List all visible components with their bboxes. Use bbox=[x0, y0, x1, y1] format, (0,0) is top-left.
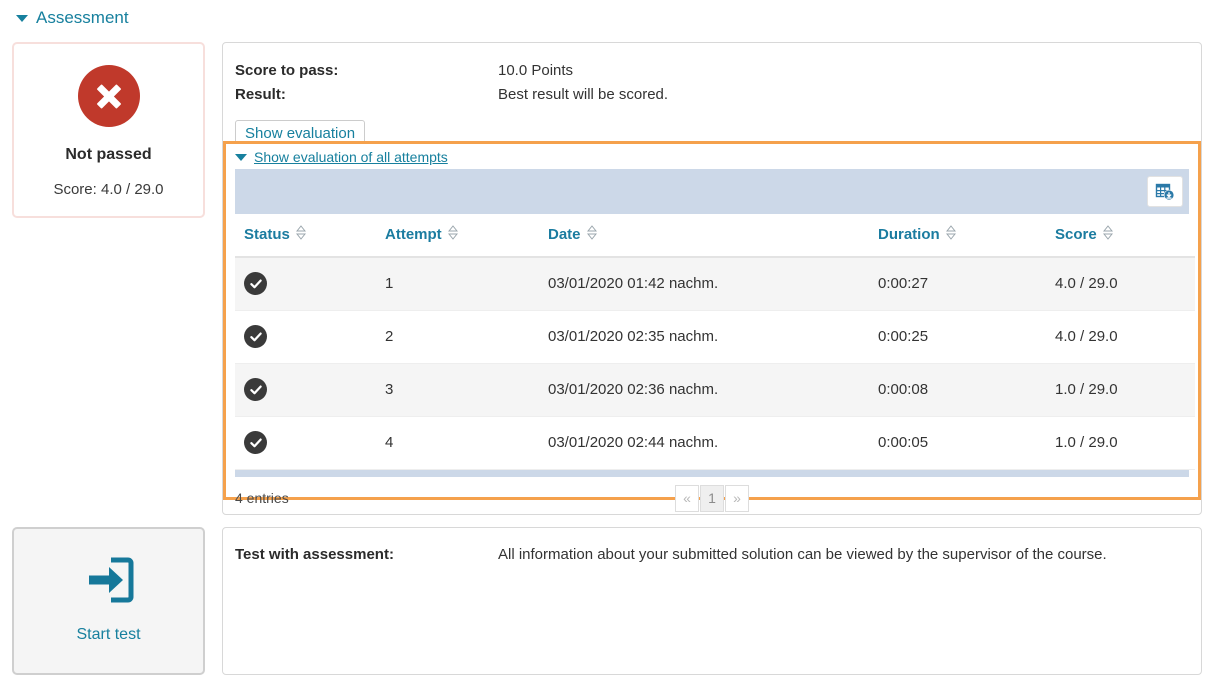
row-score: 1.0 / 29.0 bbox=[1055, 364, 1195, 417]
sort-updown-icon[interactable] bbox=[587, 225, 597, 244]
pagination-prev-button[interactable]: « bbox=[675, 485, 699, 512]
row-duration: 0:00:27 bbox=[878, 257, 1055, 311]
column-header-score[interactable]: Score bbox=[1055, 214, 1195, 257]
row-attempt: 2 bbox=[385, 311, 548, 364]
table-row[interactable]: 4 03/01/2020 02:44 nachm. 0:00:05 1.0 / … bbox=[235, 417, 1195, 470]
info-row: Score to pass: 10.0 Points bbox=[235, 59, 1201, 83]
row-status bbox=[235, 311, 385, 364]
check-circle-icon bbox=[244, 325, 267, 348]
show-all-attempts-link[interactable]: Show evaluation of all attempts bbox=[254, 149, 448, 165]
info-row: Result: Best result will be scored. bbox=[235, 83, 1201, 107]
row-duration: 0:00:25 bbox=[878, 311, 1055, 364]
attempts-table: Status Attempt bbox=[235, 214, 1195, 470]
circle-x-icon bbox=[78, 65, 140, 127]
row-attempt: 4 bbox=[385, 417, 548, 470]
row-date[interactable]: 03/01/2020 02:35 nachm. bbox=[548, 311, 878, 364]
pagination: « 1 » bbox=[226, 485, 1198, 512]
caret-down-icon bbox=[16, 15, 28, 22]
status-badge: Not passed bbox=[65, 146, 151, 164]
column-header-status-label: Status bbox=[244, 226, 290, 243]
start-test-button[interactable]: Start test bbox=[12, 527, 205, 675]
table-head: Status Attempt bbox=[235, 214, 1195, 257]
sort-updown-icon[interactable] bbox=[946, 225, 956, 244]
sort-updown-icon[interactable] bbox=[448, 225, 458, 244]
row-date[interactable]: 03/01/2020 01:42 nachm. bbox=[548, 257, 878, 311]
table-body: 1 03/01/2020 01:42 nachm. 0:00:27 4.0 / … bbox=[235, 257, 1195, 470]
column-header-date-label: Date bbox=[548, 226, 581, 243]
row-date[interactable]: 03/01/2020 02:36 nachm. bbox=[548, 364, 878, 417]
table-footer: 4 entries « 1 » bbox=[226, 477, 1198, 519]
assessment-section-header[interactable]: Assessment bbox=[16, 8, 129, 28]
test-with-assessment-label: Test with assessment: bbox=[235, 544, 498, 566]
show-all-attempts-toggle[interactable]: Show evaluation of all attempts bbox=[226, 144, 1198, 169]
pagination-page-1-button[interactable]: 1 bbox=[700, 485, 724, 512]
column-header-duration[interactable]: Duration bbox=[878, 214, 1055, 257]
row-duration: 0:00:05 bbox=[878, 417, 1055, 470]
entries-count: 4 entries bbox=[235, 490, 289, 506]
column-header-attempt-label: Attempt bbox=[385, 226, 442, 243]
row-attempt: 3 bbox=[385, 364, 548, 417]
row-date[interactable]: 03/01/2020 02:44 nachm. bbox=[548, 417, 878, 470]
table-row[interactable]: 1 03/01/2020 01:42 nachm. 0:00:27 4.0 / … bbox=[235, 257, 1195, 311]
row-attempt: 1 bbox=[385, 257, 548, 311]
caret-down-icon bbox=[235, 154, 247, 161]
pagination-next-button[interactable]: » bbox=[725, 485, 749, 512]
table-row[interactable]: 2 03/01/2020 02:35 nachm. 0:00:25 4.0 / … bbox=[235, 311, 1195, 364]
sort-updown-icon[interactable] bbox=[296, 225, 306, 244]
column-header-status[interactable]: Status bbox=[235, 214, 385, 257]
score-to-pass-label: Score to pass: bbox=[235, 59, 498, 83]
row-status bbox=[235, 417, 385, 470]
info-row: Test with assessment: All information ab… bbox=[223, 528, 1201, 566]
column-header-duration-label: Duration bbox=[878, 226, 940, 243]
info-rows: Score to pass: 10.0 Points Result: Best … bbox=[223, 43, 1201, 107]
row-score: 1.0 / 29.0 bbox=[1055, 417, 1195, 470]
column-header-score-label: Score bbox=[1055, 226, 1097, 243]
test-description-panel: Test with assessment: All information ab… bbox=[222, 527, 1202, 675]
table-toolbar bbox=[235, 169, 1189, 214]
test-with-assessment-value: All information about your submitted sol… bbox=[498, 544, 1107, 566]
row-status bbox=[235, 257, 385, 311]
column-header-attempt[interactable]: Attempt bbox=[385, 214, 548, 257]
assessment-page: Assessment Not passed Score: 4.0 / 29.0 … bbox=[0, 0, 1215, 687]
check-circle-icon bbox=[244, 272, 267, 295]
result-value: Best result will be scored. bbox=[498, 83, 668, 107]
table-download-icon[interactable] bbox=[1147, 176, 1183, 207]
column-header-date[interactable]: Date bbox=[548, 214, 878, 257]
start-test-label: Start test bbox=[76, 626, 140, 644]
table-header-row: Status Attempt bbox=[235, 214, 1195, 257]
score-to-pass-value: 10.0 Points bbox=[498, 59, 573, 83]
row-score: 4.0 / 29.0 bbox=[1055, 311, 1195, 364]
page-title: Assessment bbox=[36, 8, 129, 28]
row-status bbox=[235, 364, 385, 417]
sort-updown-icon[interactable] bbox=[1103, 225, 1113, 244]
status-card: Not passed Score: 4.0 / 29.0 bbox=[12, 42, 205, 218]
attempts-panel: Show evaluation of all attempts bbox=[223, 141, 1201, 500]
row-duration: 0:00:08 bbox=[878, 364, 1055, 417]
table-footer-divider bbox=[235, 470, 1189, 477]
check-circle-icon bbox=[244, 431, 267, 454]
status-score: Score: 4.0 / 29.0 bbox=[53, 181, 163, 198]
enter-door-icon bbox=[81, 552, 137, 613]
table-row[interactable]: 3 03/01/2020 02:36 nachm. 0:00:08 1.0 / … bbox=[235, 364, 1195, 417]
result-label: Result: bbox=[235, 83, 498, 107]
row-score: 4.0 / 29.0 bbox=[1055, 257, 1195, 311]
check-circle-icon bbox=[244, 378, 267, 401]
